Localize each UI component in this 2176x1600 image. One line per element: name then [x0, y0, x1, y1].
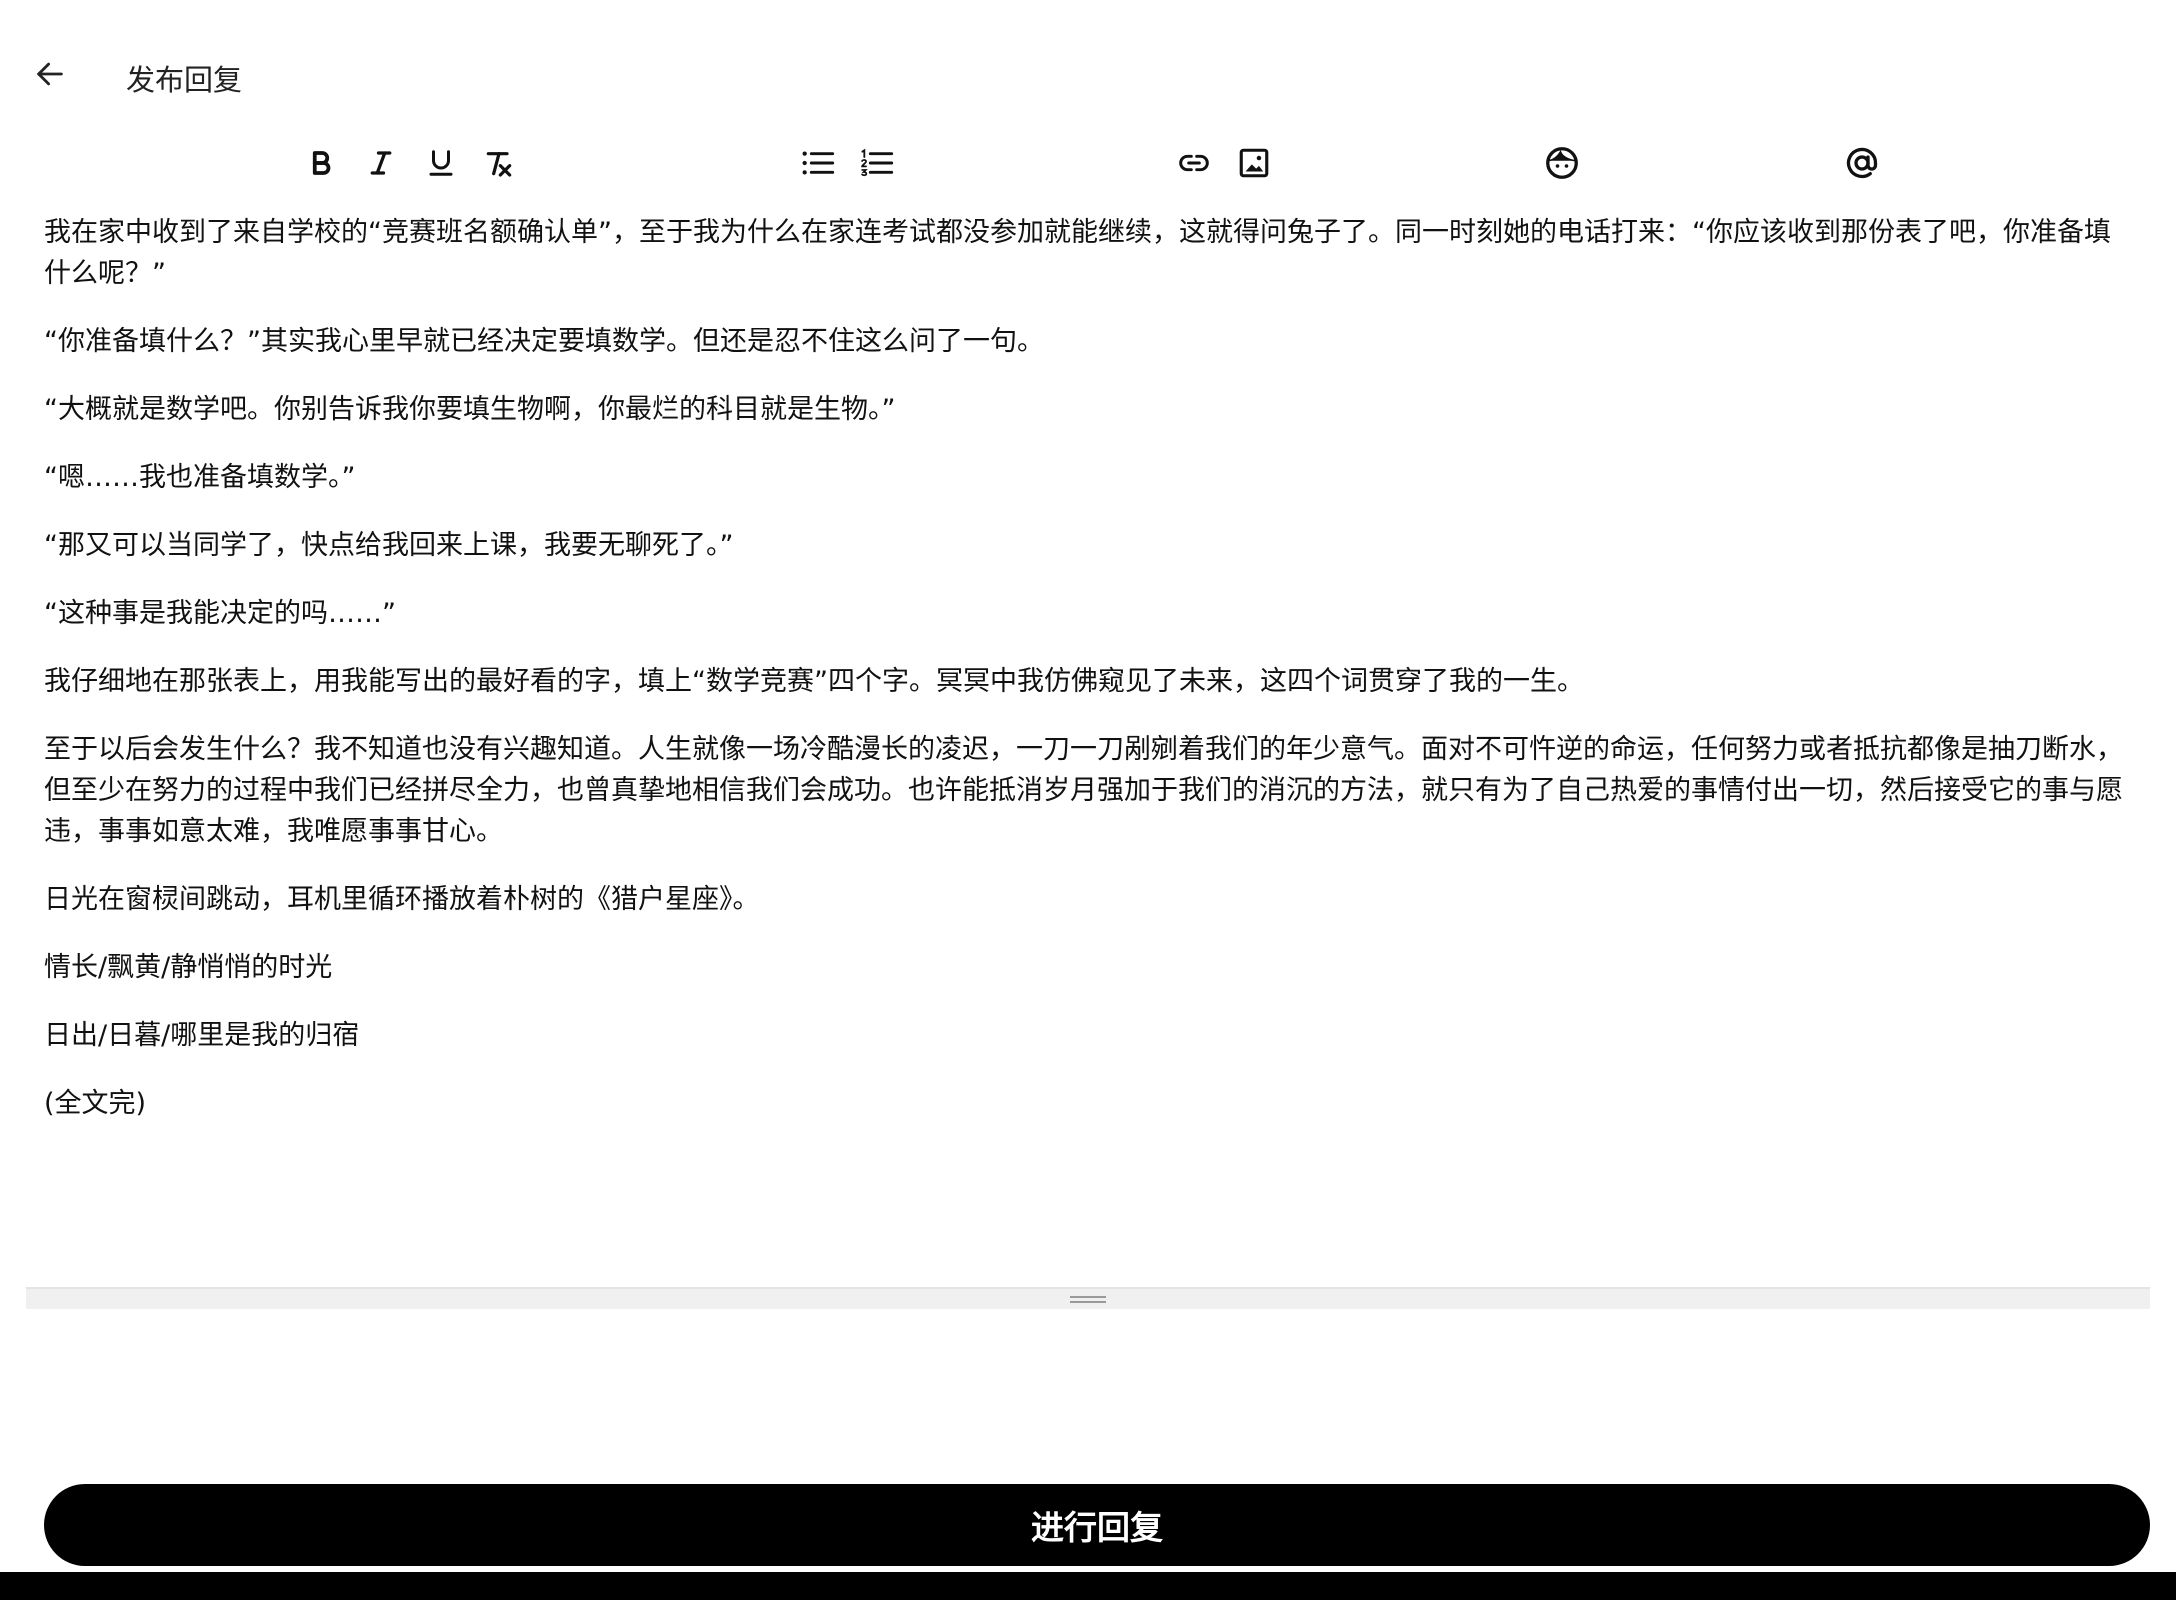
- italic-button[interactable]: [354, 136, 408, 190]
- clear-format-icon: [486, 152, 512, 177]
- emoji-button[interactable]: [1535, 136, 1589, 190]
- editor-paragraph: (全文完): [44, 1088, 147, 1119]
- editor-paragraph: 日光在窗棂间跳动，耳机里循环播放着朴树的《猎户星座》。: [44, 884, 760, 915]
- numbered-list-icon: [861, 148, 894, 177]
- editor-paragraph: 至于以后会发生什么？我不知道也没有兴趣知道。人生就像一场冷酷漫长的凌迟，一刀一刀…: [44, 734, 2123, 847]
- editor-paragraph: “大概就是数学吧。你别告诉我你要填生物啊，你最烂的科目就是生物。”: [44, 394, 896, 425]
- editor-paragraph: 情长/飘黄/静悄悄的时光: [44, 952, 333, 983]
- editor-paragraph: 我在家中收到了来自学校的“竞赛班名额确认单”，至于我为什么在家连考试都没参加就能…: [44, 217, 2111, 289]
- italic-icon: [370, 151, 392, 175]
- image-button[interactable]: [1227, 136, 1281, 190]
- underline-button[interactable]: [414, 136, 468, 190]
- editor-resize-handle[interactable]: [26, 1287, 2150, 1309]
- submit-reply-button[interactable]: 进行回复: [44, 1484, 2150, 1566]
- underline-icon: [429, 150, 453, 176]
- link-icon: [1179, 154, 1209, 172]
- image-icon: [1239, 148, 1269, 178]
- grip-icon: [1070, 1293, 1106, 1306]
- mention-button[interactable]: [1835, 136, 1889, 190]
- editor-paragraph: “你准备填什么？”其实我心里早就已经决定要填数学。但还是忍不住这么问了一句。: [44, 326, 1044, 357]
- numbered-list-button[interactable]: [850, 136, 904, 190]
- editor-paragraph: “嗯……我也准备填数学。”: [44, 462, 356, 493]
- editor-paragraph: 我仔细地在那张表上，用我能写出的最好看的字，填上“数学竞赛”四个字。冥冥中我仿佛…: [44, 666, 1584, 697]
- bottom-bar: [0, 1572, 2176, 1600]
- back-button[interactable]: [22, 46, 78, 102]
- arrow-left-icon: [37, 62, 63, 86]
- bold-button[interactable]: [294, 136, 348, 190]
- bulleted-list-icon: [802, 151, 835, 175]
- bulleted-list-button[interactable]: [791, 136, 845, 190]
- editor-paragraph: “那又可以当同学了，快点给我回来上课，我要无聊死了。”: [44, 530, 734, 561]
- reply-screen: 发布回复 我在家中收到了来自学校的“竞赛班名额确认单”，至于我为什么在家连考试都…: [0, 0, 2176, 1600]
- top-bar: 发布回复: [0, 40, 2176, 120]
- format-toolbar: [0, 136, 2176, 190]
- reply-editor[interactable]: 我在家中收到了来自学校的“竞赛班名额确认单”，至于我为什么在家连考试都没参加就能…: [44, 212, 2124, 1272]
- clear-format-button[interactable]: [472, 136, 526, 190]
- mention-icon: [1846, 147, 1878, 179]
- bold-icon: [312, 151, 331, 175]
- page-title: 发布回复: [126, 63, 243, 97]
- emoji-icon: [1546, 147, 1578, 179]
- link-button[interactable]: [1167, 136, 1221, 190]
- editor-paragraph: “这种事是我能决定的吗……”: [44, 598, 396, 629]
- editor-paragraph: 日出/日暮/哪里是我的归宿: [44, 1020, 360, 1051]
